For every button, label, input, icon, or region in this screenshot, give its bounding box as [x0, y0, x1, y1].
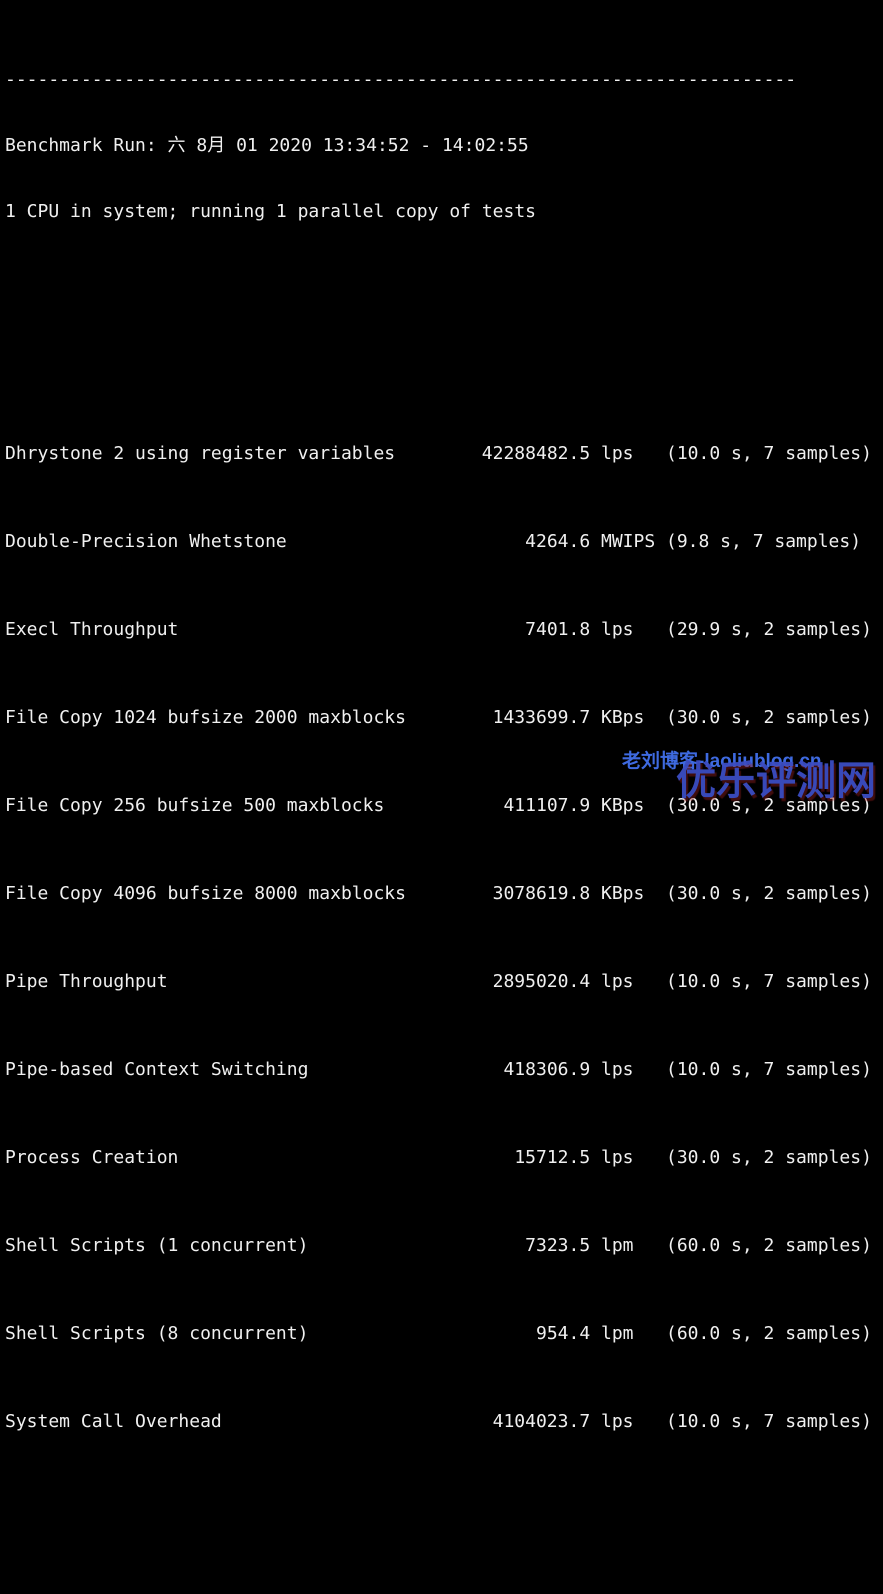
test-name: Pipe Throughput: [5, 971, 168, 992]
watermark-site-text: 优乐评测网: [676, 759, 876, 803]
test-value: 4104023.7: [492, 1411, 591, 1432]
test-name: System Call Overhead: [5, 1411, 222, 1432]
test-unit: lps: [601, 443, 634, 464]
test-sample-info: (60.0 s, 2 samples): [666, 1235, 872, 1256]
test-unit: KBps: [601, 707, 645, 728]
cpu-info-line: 1 CPU in system; running 1 parallel copy…: [5, 201, 537, 222]
test-name: Process Creation: [5, 1147, 179, 1168]
test-sample-info: (30.0 s, 2 samples): [666, 883, 872, 904]
test-sample-info: (10.0 s, 7 samples): [666, 443, 872, 464]
benchmark-result-row: System Call Overhead 4104023.7 lps (10.0…: [5, 1411, 883, 1433]
benchmark-result-row: Double-Precision Whetstone 4264.6 MWIPS …: [5, 531, 883, 553]
test-unit: lps: [601, 1059, 634, 1080]
test-name: Pipe-based Context Switching: [5, 1059, 309, 1080]
test-sample-info: (29.9 s, 2 samples): [666, 619, 872, 640]
test-name: Double-Precision Whetstone: [5, 531, 287, 552]
test-name: File Copy 4096 bufsize 8000 maxblocks: [5, 883, 406, 904]
test-value: 4264.6: [525, 531, 591, 552]
test-name: Execl Throughput: [5, 619, 179, 640]
benchmark-result-row: Shell Scripts (8 concurrent) 954.4 lpm (…: [5, 1323, 883, 1345]
test-unit: lps: [601, 1147, 634, 1168]
test-sample-info: (10.0 s, 7 samples): [666, 971, 872, 992]
test-value: 1433699.7: [492, 707, 591, 728]
test-name: Shell Scripts (8 concurrent): [5, 1323, 309, 1344]
test-name: Shell Scripts (1 concurrent): [5, 1235, 309, 1256]
benchmark-result-row: Pipe-based Context Switching 418306.9 lp…: [5, 1059, 883, 1081]
test-unit: MWIPS: [601, 531, 656, 552]
test-value: 411107.9: [503, 795, 591, 816]
test-unit: lps: [601, 971, 634, 992]
separator-line-top: ----------------------------------------…: [5, 69, 797, 90]
raw-results-list: Dhrystone 2 using register variables 422…: [5, 355, 883, 1477]
benchmark-result-row: Process Creation 15712.5 lps (30.0 s, 2 …: [5, 1147, 883, 1169]
benchmark-result-row: Shell Scripts (1 concurrent) 7323.5 lpm …: [5, 1235, 883, 1257]
test-sample-info: (9.8 s, 7 samples): [666, 531, 862, 552]
test-value: 418306.9: [503, 1059, 591, 1080]
benchmark-result-row: Execl Throughput 7401.8 lps (29.9 s, 2 s…: [5, 619, 883, 641]
test-value: 42288482.5: [481, 443, 591, 464]
test-sample-info: (10.0 s, 7 samples): [666, 1411, 872, 1432]
test-sample-info: (10.0 s, 7 samples): [666, 1059, 872, 1080]
test-unit: lpm: [601, 1235, 634, 1256]
test-value: 15712.5: [514, 1147, 591, 1168]
test-value: 954.4: [535, 1323, 591, 1344]
test-value: 3078619.8: [492, 883, 591, 904]
test-sample-info: (60.0 s, 2 samples): [666, 1323, 872, 1344]
test-name: File Copy 256 bufsize 500 maxblocks: [5, 795, 385, 816]
benchmark-result-row: File Copy 4096 bufsize 8000 maxblocks 30…: [5, 883, 883, 905]
test-value: 7323.5: [525, 1235, 591, 1256]
benchmark-result-row: Dhrystone 2 using register variables 422…: [5, 443, 883, 465]
test-name: Dhrystone 2 using register variables: [5, 443, 396, 464]
test-sample-info: (30.0 s, 2 samples): [666, 1147, 872, 1168]
test-unit: lps: [601, 619, 634, 640]
test-unit: lpm: [601, 1323, 634, 1344]
test-name: File Copy 1024 bufsize 2000 maxblocks: [5, 707, 406, 728]
test-unit: KBps: [601, 883, 645, 904]
benchmark-result-row: File Copy 1024 bufsize 2000 maxblocks 14…: [5, 707, 883, 729]
benchmark-run-line: Benchmark Run: 六 8月 01 2020 13:34:52 - 1…: [5, 135, 529, 156]
test-value: 7401.8: [525, 619, 591, 640]
test-unit: lps: [601, 1411, 634, 1432]
test-value: 2895020.4: [492, 971, 591, 992]
benchmark-result-row: Pipe Throughput 2895020.4 lps (10.0 s, 7…: [5, 971, 883, 993]
test-unit: KBps: [601, 795, 645, 816]
test-sample-info: (30.0 s, 2 samples): [666, 707, 872, 728]
